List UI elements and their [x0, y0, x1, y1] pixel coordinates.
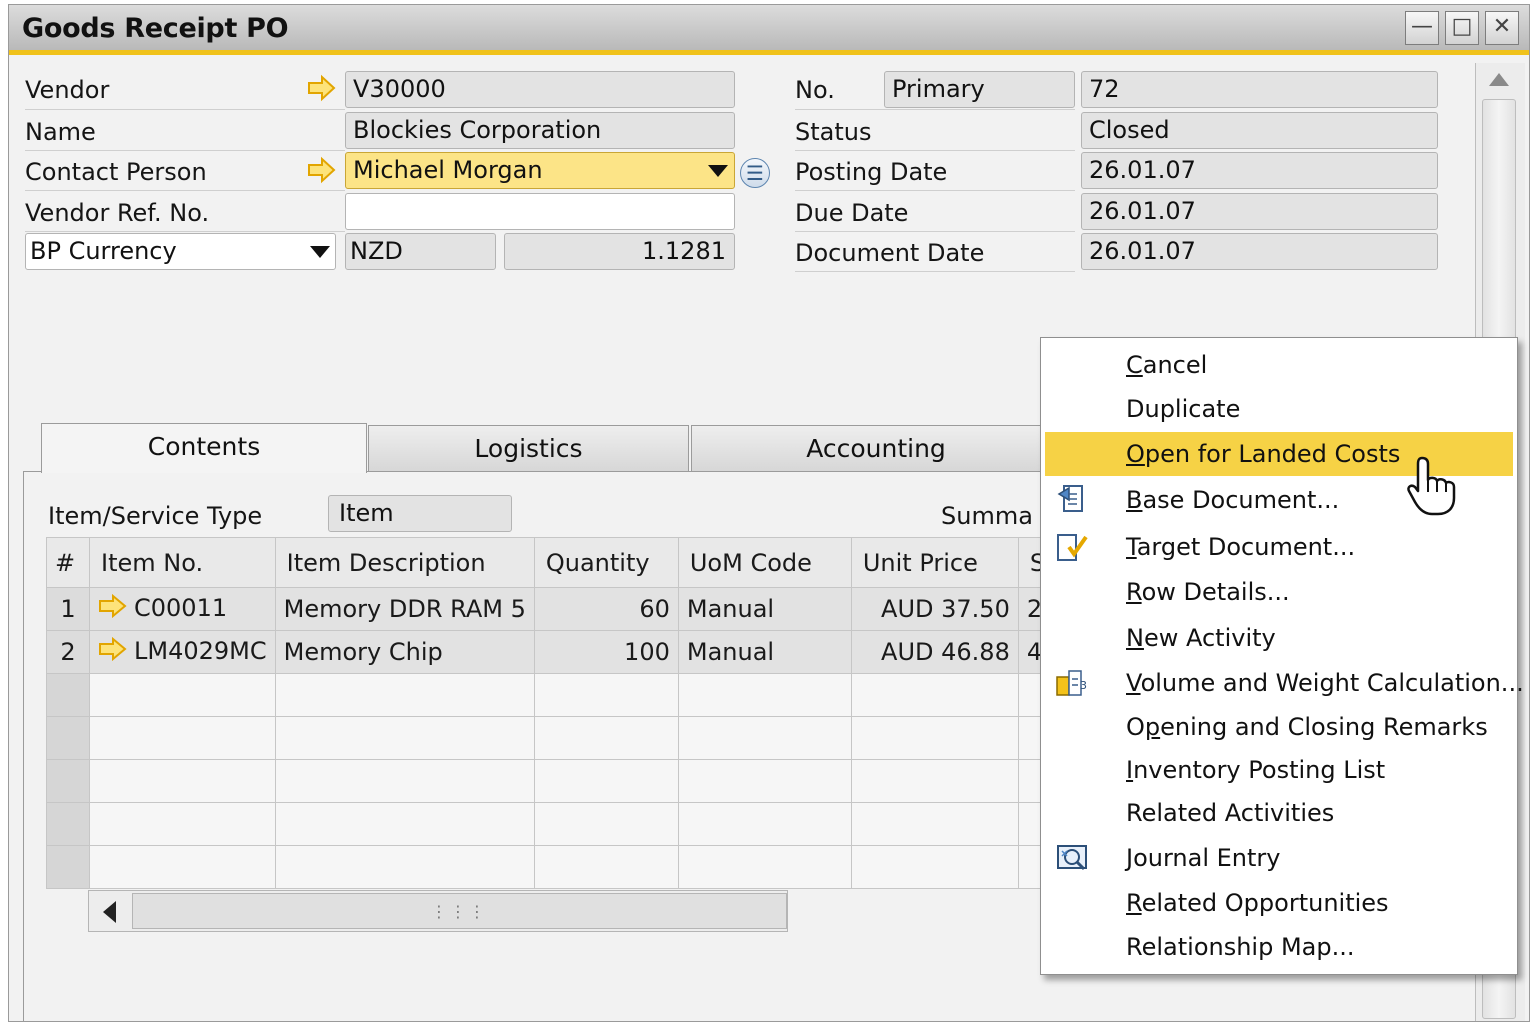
- due-date-label: Due Date: [795, 199, 909, 227]
- journal-entry-icon: [1055, 842, 1089, 874]
- column-header[interactable]: Item No.: [89, 537, 276, 588]
- menu-item-target-document[interactable]: Target Document...: [1045, 525, 1513, 569]
- target-document-icon: [1055, 531, 1089, 563]
- contact-person-value: Michael Morgan: [353, 156, 543, 184]
- empty-row[interactable]: [46, 716, 1085, 760]
- bp-currency-dropdown[interactable]: BP Currency: [25, 233, 336, 270]
- uom-cell[interactable]: Manual: [677, 630, 852, 674]
- unit-price-cell[interactable]: AUD 37.50: [850, 587, 1019, 631]
- series-field[interactable]: Primary: [884, 71, 1075, 108]
- item-service-type-label: Item/Service Type: [48, 502, 263, 530]
- volume-weight-icon: 3: [1055, 667, 1089, 699]
- vendor-label: Vendor: [25, 76, 110, 104]
- posting-date-field[interactable]: 26.01.07: [1081, 152, 1438, 189]
- items-table: # Item No. Item Description Quantity UoM…: [46, 537, 1085, 889]
- empty-row[interactable]: [46, 673, 1085, 717]
- minimize-button[interactable]: —: [1405, 11, 1439, 45]
- table-row[interactable]: 1 C00011 Memory DDR RAM 5 60 Manual AUD …: [46, 587, 1085, 631]
- maximize-button[interactable]: □: [1445, 11, 1479, 45]
- menu-item-journal-entry[interactable]: Journal Entry: [1045, 836, 1513, 880]
- empty-row[interactable]: [46, 759, 1085, 803]
- link-arrow-icon[interactable]: [98, 636, 128, 667]
- description-cell[interactable]: Memory Chip: [274, 630, 535, 674]
- table-row[interactable]: 2 LM4029MC Memory Chip 100 Manual AUD 46…: [46, 630, 1085, 674]
- scroll-left-icon[interactable]: [103, 901, 116, 923]
- chevron-down-icon[interactable]: [708, 165, 728, 177]
- exchange-rate-field[interactable]: 1.1281: [504, 233, 735, 270]
- tab-accounting[interactable]: Accounting: [691, 425, 1061, 471]
- menu-item-opening-closing-remarks[interactable]: Opening and Closing Remarks: [1045, 705, 1513, 749]
- menu-item-related-activities[interactable]: Related Activities: [1045, 791, 1513, 835]
- document-date-label: Document Date: [795, 239, 985, 267]
- item-no-cell[interactable]: C00011: [89, 587, 276, 631]
- contact-person-label: Contact Person: [25, 158, 207, 186]
- doc-number-field[interactable]: 72: [1081, 71, 1438, 108]
- description-cell[interactable]: Memory DDR RAM 5: [274, 587, 535, 631]
- bp-currency-label: BP Currency: [30, 237, 177, 265]
- menu-item-new-activity[interactable]: New Activity: [1045, 616, 1513, 660]
- link-arrow-icon[interactable]: [307, 155, 337, 185]
- scroll-thumb[interactable]: ⋮⋮⋮: [132, 893, 787, 929]
- title-bar[interactable]: Goods Receipt PO — □ ✕: [9, 5, 1529, 55]
- item-no-cell[interactable]: LM4029MC: [89, 630, 276, 674]
- item-service-type-field[interactable]: Item: [328, 495, 512, 532]
- summary-type-label: Summa: [941, 502, 1033, 530]
- menu-item-cancel[interactable]: Cancel: [1045, 343, 1513, 387]
- quantity-cell[interactable]: 100: [533, 630, 679, 674]
- row-number[interactable]: 1: [46, 587, 90, 631]
- column-header[interactable]: #: [46, 537, 90, 588]
- document-date-field[interactable]: 26.01.07: [1081, 233, 1438, 270]
- menu-item-volume-weight-calculation[interactable]: 3 Volume and Weight Calculation...: [1045, 661, 1524, 705]
- vendor-ref-input[interactable]: [345, 193, 735, 230]
- chevron-down-icon[interactable]: [310, 246, 330, 258]
- hand-pointer-cursor-icon: [1404, 454, 1464, 522]
- menu-item-duplicate[interactable]: Duplicate: [1045, 387, 1513, 431]
- link-arrow-icon[interactable]: [98, 593, 128, 624]
- context-menu: Cancel Duplicate Open for Landed Costs B…: [1040, 337, 1524, 975]
- menu-item-relationship-map[interactable]: Relationship Map...: [1045, 925, 1513, 969]
- table-header-row: # Item No. Item Description Quantity UoM…: [46, 537, 1085, 588]
- menu-item-inventory-posting-list[interactable]: Inventory Posting List: [1045, 748, 1513, 792]
- row-number[interactable]: 2: [46, 630, 90, 674]
- column-header[interactable]: Item Description: [274, 537, 535, 588]
- menu-item-related-opportunities[interactable]: Related Opportunities: [1045, 881, 1513, 925]
- unit-price-cell[interactable]: AUD 46.88: [850, 630, 1019, 674]
- tab-logistics[interactable]: Logistics: [368, 425, 689, 471]
- posting-date-label: Posting Date: [795, 158, 948, 186]
- currency-code-field[interactable]: NZD: [345, 233, 496, 270]
- svg-text:3: 3: [1080, 679, 1087, 692]
- menu-item-row-details[interactable]: Row Details...: [1045, 570, 1513, 614]
- tab-contents[interactable]: Contents: [41, 423, 367, 473]
- scroll-up-icon[interactable]: [1489, 73, 1509, 86]
- close-button[interactable]: ✕: [1485, 11, 1519, 45]
- column-header[interactable]: Quantity: [533, 537, 679, 588]
- window-title: Goods Receipt PO: [22, 13, 289, 44]
- horizontal-scrollbar[interactable]: ⋮⋮⋮: [88, 890, 788, 932]
- link-arrow-icon[interactable]: [307, 73, 337, 103]
- contact-details-icon[interactable]: ☰: [740, 158, 770, 188]
- uom-cell[interactable]: Manual: [677, 587, 852, 631]
- column-header[interactable]: Unit Price: [850, 537, 1019, 588]
- vendor-field[interactable]: V30000: [345, 71, 735, 108]
- name-field[interactable]: Blockies Corporation: [345, 112, 735, 149]
- status-label: Status: [795, 118, 872, 146]
- doc-number-label: No.: [795, 76, 835, 104]
- quantity-cell[interactable]: 60: [533, 587, 679, 631]
- status-field[interactable]: Closed: [1081, 112, 1438, 149]
- column-header[interactable]: UoM Code: [677, 537, 852, 588]
- vendor-ref-label: Vendor Ref. No.: [25, 199, 210, 227]
- base-document-icon: [1055, 484, 1089, 516]
- item-no-value: LM4029MC: [134, 637, 267, 665]
- empty-row[interactable]: [46, 802, 1085, 846]
- due-date-field[interactable]: 26.01.07: [1081, 193, 1438, 230]
- contact-person-dropdown[interactable]: Michael Morgan: [345, 152, 735, 189]
- empty-row[interactable]: [46, 845, 1085, 889]
- item-no-value: C00011: [134, 594, 228, 622]
- name-label: Name: [25, 118, 96, 146]
